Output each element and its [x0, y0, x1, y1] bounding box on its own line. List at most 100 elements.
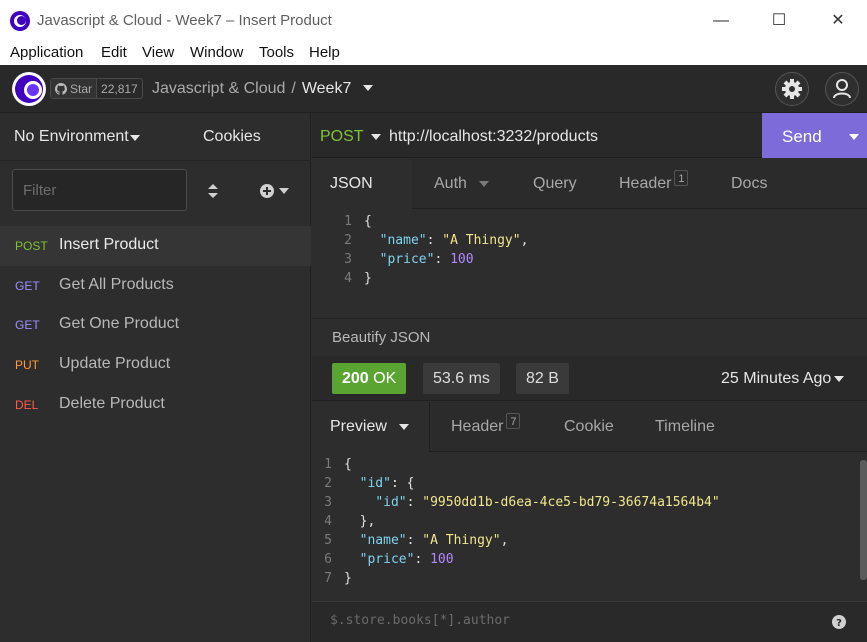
code-line: 4} [344, 271, 372, 286]
request-item-get-one-product[interactable]: GET Get One Product [0, 305, 311, 345]
environment-select[interactable]: No Environment [14, 128, 129, 146]
chevron-down-icon[interactable] [129, 134, 141, 142]
github-star-count: 22,817 [101, 81, 138, 96]
minimize-button[interactable]: — [705, 8, 737, 34]
tab-label: Query [533, 175, 577, 192]
user-icon [833, 79, 851, 99]
method-badge: GET [15, 279, 40, 293]
request-item-get-all-products[interactable]: GET Get All Products [0, 266, 311, 306]
code-line: 4 }, [324, 514, 376, 529]
github-icon [55, 82, 67, 95]
response-body-viewer: 1{ 2 "id": { 3 "id": "9950dd1b-d6ea-4ce5… [312, 453, 867, 601]
code-line: 1{ [324, 457, 352, 472]
code-line: 3 "id": "9950dd1b-d6ea-4ce5-bd79-36674a1… [324, 495, 720, 510]
tab-auth[interactable]: Auth [416, 159, 507, 209]
send-button[interactable]: Send [762, 113, 867, 158]
request-body-editor[interactable]: 1{ 2 "name": "A Thingy", 3 "price": 100 … [312, 210, 867, 318]
breadcrumb: Javascript & Cloud / Week7 [152, 80, 374, 98]
code-line: 6 "price": 100 [324, 552, 454, 567]
request-item-update-product[interactable]: PUT Update Product [0, 345, 311, 385]
maximize-button[interactable]: ☐ [763, 8, 795, 34]
tab-query[interactable]: Query [515, 159, 595, 209]
response-filter-input[interactable] [330, 613, 810, 628]
method-badge: POST [15, 239, 48, 253]
insomnia-logo[interactable] [12, 72, 46, 106]
tab-preview[interactable]: Preview [312, 402, 430, 452]
preferences-button[interactable] [775, 72, 809, 106]
chevron-down-icon[interactable] [370, 133, 382, 141]
cookies-button[interactable]: Cookies [203, 128, 261, 146]
url-bar: POST http://localhost:3232/products Send [312, 113, 867, 158]
response-time: 53.6 ms [423, 363, 500, 394]
response-history-dropdown[interactable]: 25 Minutes Ago [721, 370, 831, 388]
url-input[interactable]: http://localhost:3232/products [389, 128, 598, 146]
workspace-link[interactable]: Javascript & Cloud [152, 80, 285, 97]
menu-tools[interactable]: Tools [259, 44, 294, 61]
method-badge: PUT [15, 358, 39, 372]
collection-name[interactable]: Week7 [302, 80, 352, 97]
status-badge: 200 OK [332, 363, 407, 394]
request-name: Get One Product [59, 315, 180, 332]
tab-label: Docs [731, 175, 768, 192]
chevron-down-icon [479, 181, 490, 187]
menu-help[interactable]: Help [309, 44, 340, 61]
response-filter-bar: ? [312, 601, 867, 642]
github-star-label: Star [70, 81, 93, 96]
app-icon [10, 11, 30, 31]
tab-header[interactable]: Header 1 [601, 159, 706, 209]
plus-circle-icon[interactable] [259, 183, 275, 199]
menu-view[interactable]: View [142, 44, 174, 61]
menu-window[interactable]: Window [190, 44, 243, 61]
tab-timeline[interactable]: Timeline [637, 402, 733, 452]
tab-json[interactable]: JSON [312, 159, 412, 237]
tab-cookie[interactable]: Cookie [546, 402, 632, 452]
tab-label: Preview [330, 418, 387, 435]
request-name: Insert Product [59, 236, 159, 253]
response-status-bar: 200 OK 53.6 ms 82 B 25 Minutes Ago [312, 356, 867, 401]
status-code: 200 [342, 370, 369, 387]
send-label: Send [782, 127, 822, 146]
response-tabs: Preview Header 7 Cookie Timeline [312, 402, 867, 452]
window-title: Javascript & Cloud - Week7 – Insert Prod… [37, 12, 332, 29]
window-titlebar: Javascript & Cloud - Week7 – Insert Prod… [0, 0, 867, 42]
chevron-down-icon[interactable] [279, 188, 289, 195]
request-name: Delete Product [59, 395, 165, 412]
tab-response-header[interactable]: Header 7 [433, 402, 538, 452]
environment-row: No Environment Cookies [0, 113, 311, 161]
tab-label: Timeline [655, 418, 715, 435]
beautify-json-button[interactable]: Beautify JSON [332, 329, 430, 346]
method-select[interactable]: POST [320, 128, 364, 146]
github-star-badge[interactable]: Star 22,817 [50, 78, 143, 99]
request-item-delete-product[interactable]: DEL Delete Product [0, 385, 311, 425]
app-header: Star 22,817 Javascript & Cloud / Week7 [0, 65, 867, 113]
request-item-insert-product[interactable]: POST Insert Product [0, 226, 311, 266]
menu-edit[interactable]: Edit [101, 44, 127, 61]
menu-application[interactable]: Application [10, 44, 83, 61]
gear-icon [782, 79, 802, 99]
account-button[interactable] [825, 72, 859, 106]
request-name: Get All Products [59, 276, 174, 293]
method-badge: GET [15, 318, 40, 332]
request-name: Update Product [59, 355, 171, 372]
tab-label: Auth [434, 175, 467, 192]
chevron-down-icon[interactable] [362, 83, 374, 93]
close-button[interactable]: ✕ [822, 8, 854, 34]
tab-docs[interactable]: Docs [713, 159, 785, 209]
sidebar-filter-input[interactable] [12, 169, 187, 211]
sidebar: No Environment Cookies POST Insert Produ… [0, 113, 311, 642]
code-line: 2 "name": "A Thingy", [344, 233, 529, 248]
status-text: OK [373, 370, 397, 387]
help-icon[interactable]: ? [832, 615, 846, 629]
chevron-down-icon [399, 424, 410, 430]
code-line: 5 "name": "A Thingy", [324, 533, 509, 548]
sort-icon[interactable] [207, 183, 219, 199]
code-line: 7} [324, 571, 352, 586]
tab-label: Header [619, 175, 672, 192]
chevron-down-icon[interactable] [833, 375, 845, 383]
chevron-down-icon[interactable] [848, 133, 860, 141]
code-line: 1{ [344, 214, 372, 229]
response-scrollbar[interactable] [860, 460, 867, 580]
header-count-badge: 7 [506, 412, 521, 429]
tab-label: JSON [330, 175, 373, 192]
request-tabs: JSON Auth Query Header 1 Docs [312, 159, 867, 237]
